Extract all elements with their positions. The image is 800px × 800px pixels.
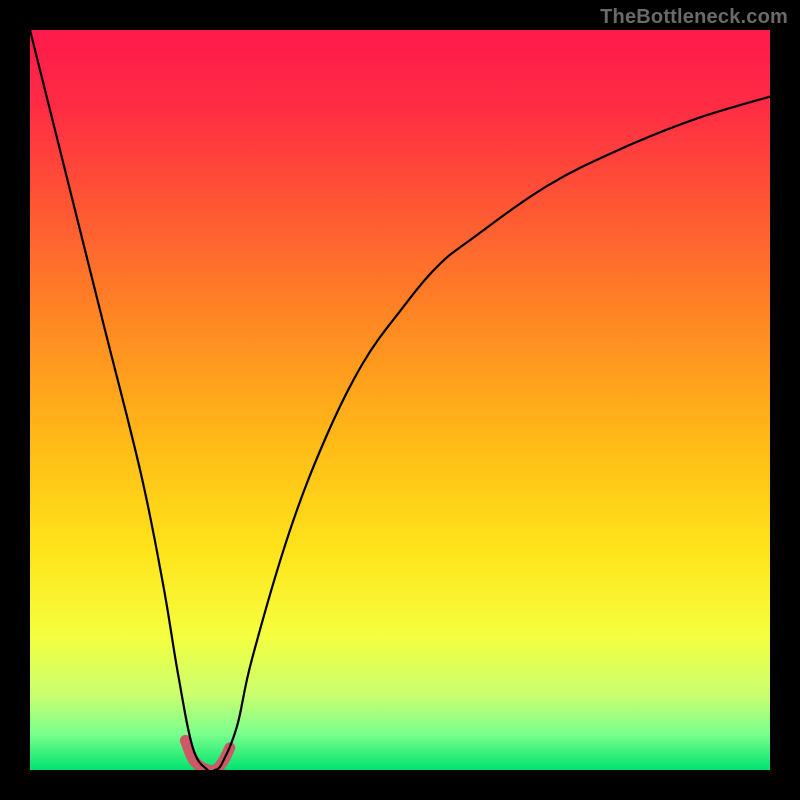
watermark-text: TheBottleneck.com (600, 6, 788, 29)
curve-svg (30, 30, 770, 770)
plot-area (30, 30, 770, 770)
bottleneck-curve-path (30, 30, 770, 770)
chart-frame: TheBottleneck.com (0, 0, 800, 800)
